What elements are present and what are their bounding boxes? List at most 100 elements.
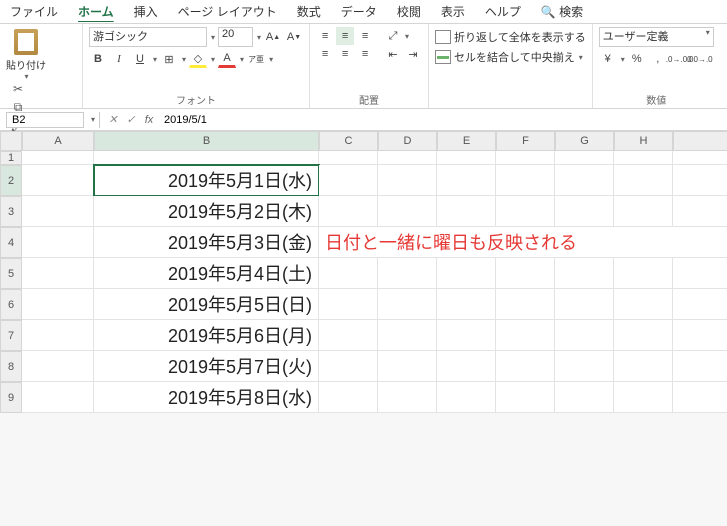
col-header-D[interactable]: D xyxy=(378,131,437,151)
menu-review[interactable]: 校閲 xyxy=(387,0,431,24)
row-header-7[interactable]: 7 xyxy=(0,320,22,351)
cell-C1[interactable] xyxy=(319,151,378,165)
orientation-button[interactable]: ⤢ xyxy=(384,27,402,45)
merge-center-button[interactable]: セルを結合して中央揃え ▾ xyxy=(435,47,586,67)
cell-I7[interactable] xyxy=(673,320,727,351)
increase-font-button[interactable]: A▲ xyxy=(264,28,282,46)
col-header-A[interactable]: A xyxy=(22,131,94,151)
percent-button[interactable]: % xyxy=(628,50,646,68)
menu-page-layout[interactable]: ページ レイアウト xyxy=(168,0,287,24)
cell-C2[interactable] xyxy=(319,165,378,196)
row-header-1[interactable]: 1 xyxy=(0,151,22,165)
cell-F1[interactable] xyxy=(496,151,555,165)
menu-data[interactable]: データ xyxy=(331,0,387,24)
font-name-select[interactable]: 游ゴシック xyxy=(89,27,207,47)
menu-search[interactable]: 🔍 検索 xyxy=(531,0,593,24)
cell-F2[interactable] xyxy=(496,165,555,196)
cell-E8[interactable] xyxy=(437,351,496,382)
cell-D1[interactable] xyxy=(378,151,437,165)
cell-B6[interactable]: 2019年5月5日(日) xyxy=(94,289,319,320)
cell-B9[interactable]: 2019年5月8日(水) xyxy=(94,382,319,413)
currency-button[interactable]: ¥ xyxy=(599,50,617,68)
row-header-2[interactable]: 2 xyxy=(0,165,22,196)
cell-D9[interactable] xyxy=(378,382,437,413)
number-format-select[interactable]: ユーザー定義 ▾ xyxy=(599,27,714,47)
cell-A1[interactable] xyxy=(22,151,94,165)
cell-B8[interactable]: 2019年5月7日(火) xyxy=(94,351,319,382)
cell-I1[interactable] xyxy=(673,151,727,165)
fx-button[interactable]: fx xyxy=(140,114,158,126)
cell-B1[interactable] xyxy=(94,151,319,165)
cell-E9[interactable] xyxy=(437,382,496,413)
cell-G8[interactable] xyxy=(555,351,614,382)
cell-F8[interactable] xyxy=(496,351,555,382)
cell-B4[interactable]: 2019年5月3日(金) xyxy=(94,227,319,258)
cell-G3[interactable] xyxy=(555,196,614,227)
row-header-8[interactable]: 8 xyxy=(0,351,22,382)
confirm-edit-button[interactable]: ✓ xyxy=(122,113,140,126)
cell-A2[interactable] xyxy=(22,165,94,196)
cell-H3[interactable] xyxy=(614,196,673,227)
cell-C8[interactable] xyxy=(319,351,378,382)
cell-C5[interactable] xyxy=(319,258,378,289)
cell-C6[interactable] xyxy=(319,289,378,320)
bold-button[interactable]: B xyxy=(89,50,107,68)
cell-I6[interactable] xyxy=(673,289,727,320)
formula-input[interactable] xyxy=(158,112,727,128)
cell-A4[interactable] xyxy=(22,227,94,258)
align-left-button[interactable]: ≡ xyxy=(316,45,334,63)
cell-G9[interactable] xyxy=(555,382,614,413)
cell-A9[interactable] xyxy=(22,382,94,413)
cell-G1[interactable] xyxy=(555,151,614,165)
row-header-6[interactable]: 6 xyxy=(0,289,22,320)
underline-button[interactable]: U xyxy=(131,50,149,68)
increase-decimal-button[interactable]: .0→.00 xyxy=(670,50,688,68)
decrease-decimal-button[interactable]: .00→.0 xyxy=(691,50,709,68)
cell-H1[interactable] xyxy=(614,151,673,165)
row-header-4[interactable]: 4 xyxy=(0,227,22,258)
col-header-C[interactable]: C xyxy=(319,131,378,151)
cell-G5[interactable] xyxy=(555,258,614,289)
cell-E1[interactable] xyxy=(437,151,496,165)
cell-D6[interactable] xyxy=(378,289,437,320)
cell-H2[interactable] xyxy=(614,165,673,196)
cell-H7[interactable] xyxy=(614,320,673,351)
italic-button[interactable]: I xyxy=(110,50,128,68)
cell-E5[interactable] xyxy=(437,258,496,289)
cell-B2[interactable]: 2019年5月1日(水) xyxy=(94,165,319,196)
cell-I3[interactable] xyxy=(673,196,727,227)
name-box[interactable] xyxy=(6,112,84,128)
paste-button[interactable]: 貼り付け ▾ xyxy=(6,27,46,81)
cell-E2[interactable] xyxy=(437,165,496,196)
menu-file[interactable]: ファイル xyxy=(0,0,68,24)
cell-C9[interactable] xyxy=(319,382,378,413)
cell-E7[interactable] xyxy=(437,320,496,351)
cell-A7[interactable] xyxy=(22,320,94,351)
menu-formulas[interactable]: 数式 xyxy=(287,0,331,24)
align-bottom-button[interactable]: ≡ xyxy=(356,27,374,45)
wrap-text-button[interactable]: 折り返して全体を表示する xyxy=(435,27,586,47)
align-center-button[interactable]: ≡ xyxy=(336,45,354,63)
cancel-edit-button[interactable]: ✕ xyxy=(104,113,122,126)
cell-C7[interactable] xyxy=(319,320,378,351)
menu-home[interactable]: ホーム xyxy=(68,0,124,24)
cell-G2[interactable] xyxy=(555,165,614,196)
cell-F3[interactable] xyxy=(496,196,555,227)
cell-G6[interactable] xyxy=(555,289,614,320)
menu-help[interactable]: ヘルプ xyxy=(475,0,531,24)
border-button[interactable]: ⊞ xyxy=(160,50,178,68)
col-header-H[interactable]: H xyxy=(614,131,673,151)
decrease-font-button[interactable]: A▼ xyxy=(285,28,303,46)
row-header-9[interactable]: 9 xyxy=(0,382,22,413)
phonetic-button[interactable]: ア亜 xyxy=(247,50,265,68)
cell-I8[interactable] xyxy=(673,351,727,382)
cell-H8[interactable] xyxy=(614,351,673,382)
cell-E3[interactable] xyxy=(437,196,496,227)
row-header-3[interactable]: 3 xyxy=(0,196,22,227)
cell-D2[interactable] xyxy=(378,165,437,196)
col-header-E[interactable]: E xyxy=(437,131,496,151)
font-size-select[interactable]: 20 xyxy=(218,27,253,47)
col-header-B[interactable]: B xyxy=(94,131,319,151)
cell-F7[interactable] xyxy=(496,320,555,351)
fill-color-button[interactable]: ◇ xyxy=(189,50,207,68)
